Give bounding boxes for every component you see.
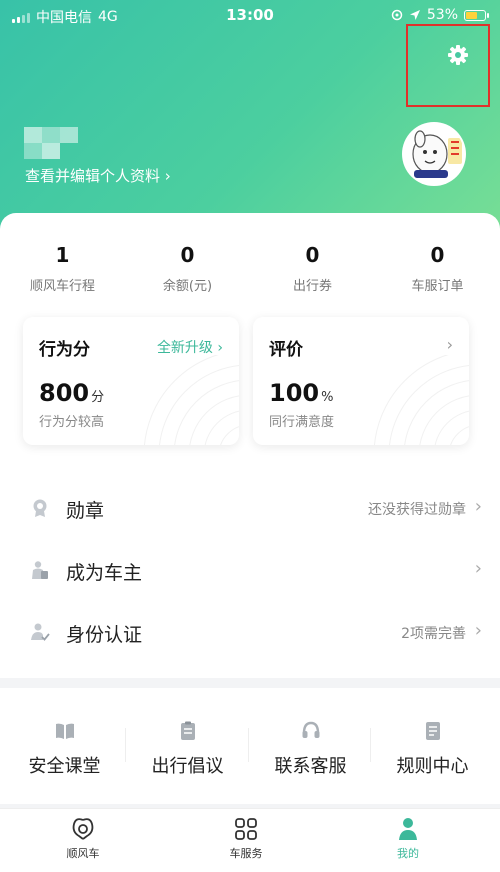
verified-user-icon [31, 623, 50, 641]
stat-label: 出行券 [292, 279, 332, 294]
quick-actions-card: 安全课堂 出行倡议 联系客服 规则中心 [0, 688, 500, 804]
tab-car-service[interactable]: 车服务 [191, 815, 301, 861]
wave-pattern-icon [374, 355, 469, 445]
headset-icon [302, 721, 319, 738]
behavior-score-title: 行为分 [39, 340, 90, 360]
menu-identity-verification[interactable]: 身份认证 2项需完善 › [0, 601, 500, 663]
stats-row: 1 顺风车行程 0 余额(元) 0 出行券 0 车服订单 [0, 243, 500, 294]
qa-label: 联系客服 [274, 756, 347, 777]
book-icon [55, 723, 74, 739]
menu-title: 身份认证 [66, 624, 143, 646]
location-icon [409, 10, 420, 20]
qa-travel-initiative[interactable]: 出行倡议 [125, 720, 250, 778]
avatar[interactable] [402, 122, 466, 186]
menu-subtitle: 还没获得过勋章 [368, 502, 466, 518]
rating-desc: 同行满意度 [269, 415, 335, 430]
edit-profile-link[interactable]: 查看并编辑个人资料 › [25, 165, 171, 186]
chevron-right-icon: › [474, 558, 482, 579]
stat-balance[interactable]: 0 余额(元) [125, 243, 250, 294]
document-icon [425, 722, 440, 740]
qa-label: 安全课堂 [28, 756, 101, 777]
clipboard-icon [180, 721, 195, 740]
menu-medals[interactable]: 勋章 还没获得过勋章 › [0, 477, 500, 539]
rating-title: 评价 [269, 340, 303, 360]
wave-pattern-icon [144, 355, 239, 445]
rating-value: 100% [269, 379, 334, 407]
rotation-lock-icon [391, 9, 403, 21]
qa-label: 出行倡议 [151, 756, 224, 777]
settings-gear-icon[interactable] [447, 44, 469, 66]
tab-label: 我的 [397, 847, 419, 860]
chevron-right-icon: › [474, 620, 482, 641]
stat-value: 0 [305, 243, 320, 267]
main-card: 1 顺风车行程 0 余额(元) 0 出行券 0 车服订单 行为分 全新升级 › … [0, 213, 500, 678]
bottom-tab-bar: 顺风车 车服务 我的 [0, 808, 500, 872]
blurred-username [24, 127, 80, 159]
cartoon-avatar-icon [412, 130, 462, 178]
upgrade-link[interactable]: 全新升级 › [157, 337, 223, 357]
rideshare-icon [72, 818, 94, 840]
stat-trips[interactable]: 1 顺风车行程 [0, 243, 125, 294]
behavior-score-card[interactable]: 行为分 全新升级 › 800 分 行为分较高 [23, 317, 239, 445]
tab-rideshare[interactable]: 顺风车 [28, 815, 138, 861]
behavior-score-value: 800 分 [39, 379, 105, 407]
qa-label: 规则中心 [396, 756, 469, 777]
stat-value: 0 [180, 243, 195, 267]
chevron-right-icon: › [446, 335, 453, 354]
menu-become-driver[interactable]: 成为车主 › [0, 539, 500, 601]
person-icon [399, 818, 417, 840]
stat-label: 顺风车行程 [29, 279, 95, 294]
tab-mine[interactable]: 我的 [353, 815, 463, 861]
grid-icon [235, 818, 257, 840]
stat-label: 余额(元) [162, 279, 213, 294]
battery-icon [464, 9, 489, 21]
qa-customer-service[interactable]: 联系客服 [248, 720, 373, 778]
tab-label: 车服务 [229, 847, 263, 860]
stat-label: 车服订单 [411, 279, 464, 294]
chevron-right-icon: › [474, 496, 482, 517]
menu-title: 勋章 [66, 500, 105, 522]
stat-value: 1 [55, 243, 70, 267]
medal-icon [33, 499, 47, 517]
stat-value: 0 [430, 243, 445, 267]
rating-card[interactable]: 评价 › 100% 同行满意度 [253, 317, 469, 445]
menu-title: 成为车主 [66, 562, 143, 584]
stat-orders[interactable]: 0 车服订单 [375, 243, 500, 294]
driver-icon [32, 561, 48, 579]
tab-label: 顺风车 [66, 847, 100, 860]
qa-rules-center[interactable]: 规则中心 [370, 720, 495, 778]
qa-safety-class[interactable]: 安全课堂 [2, 720, 127, 778]
battery-percent: 53% [426, 7, 458, 23]
behavior-score-desc: 行为分较高 [39, 415, 105, 430]
menu-subtitle: 2项需完善 [401, 626, 466, 642]
stat-coupons[interactable]: 0 出行券 [250, 243, 375, 294]
